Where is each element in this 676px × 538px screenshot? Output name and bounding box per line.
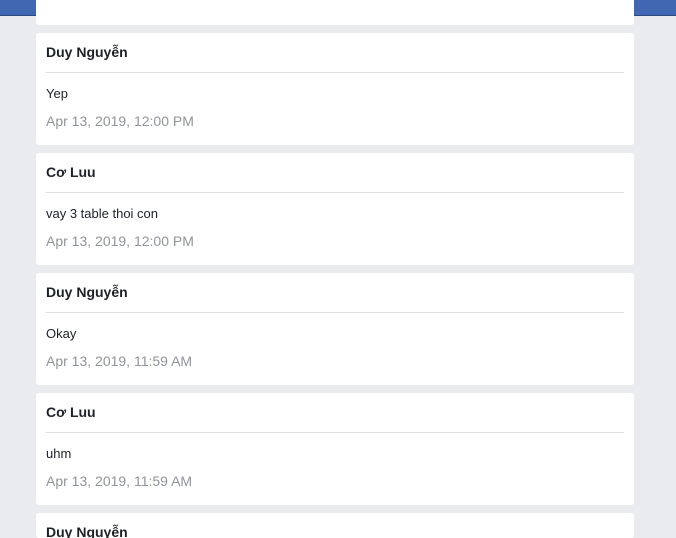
message-author[interactable]: Cơ Luu bbox=[46, 393, 624, 433]
message-author[interactable]: Duy Nguyễn bbox=[46, 33, 624, 73]
message-timestamp[interactable]: Apr 13, 2019, 11:59 AM bbox=[46, 473, 624, 490]
message-card-partial bbox=[36, 0, 634, 25]
message-card: Cơ Luu vay 3 table thoi con Apr 13, 2019… bbox=[36, 153, 634, 265]
message-text: vay 3 table thoi con bbox=[46, 206, 159, 221]
message-author[interactable]: Cơ Luu bbox=[46, 153, 624, 193]
message-author[interactable]: Duy Nguyễn bbox=[46, 513, 624, 538]
message-text: Okay bbox=[46, 326, 77, 341]
message-author[interactable]: Duy Nguyễn bbox=[46, 273, 624, 313]
message-text: Yep bbox=[46, 86, 68, 101]
message-card: Duy Nguyễn bbox=[36, 513, 634, 538]
message-card: Duy Nguyễn Okay Apr 13, 2019, 11:59 AM bbox=[36, 273, 634, 385]
message-timestamp[interactable]: Apr 13, 2019, 12:00 PM bbox=[46, 113, 624, 130]
message-timestamp[interactable]: Apr 13, 2019, 12:00 PM bbox=[46, 233, 624, 250]
message-card: Cơ Luu uhm Apr 13, 2019, 11:59 AM bbox=[36, 393, 634, 505]
message-text: uhm bbox=[46, 446, 72, 461]
message-card: Duy Nguyễn Yep Apr 13, 2019, 12:00 PM bbox=[36, 33, 634, 145]
message-timestamp[interactable]: Apr 13, 2019, 11:59 AM bbox=[46, 353, 624, 370]
